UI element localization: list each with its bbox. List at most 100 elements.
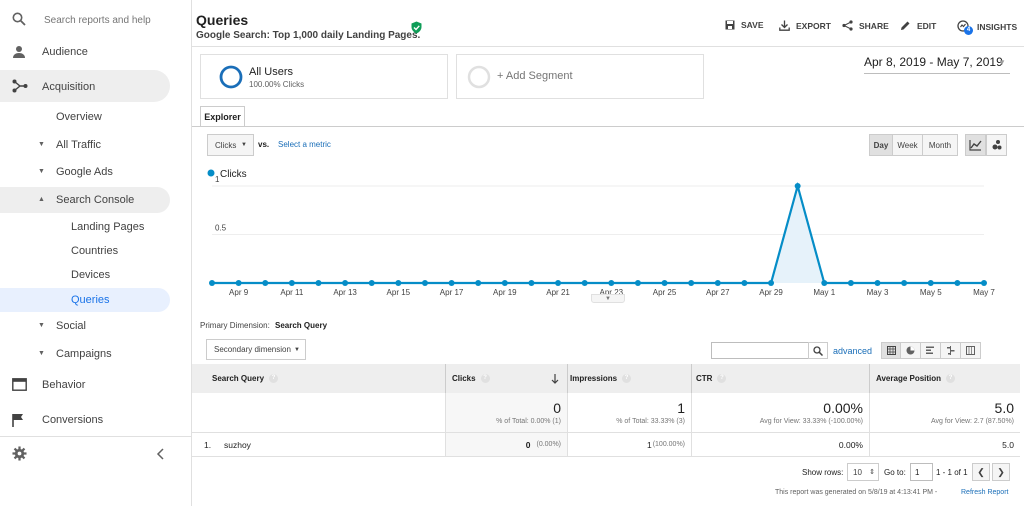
column-header-clicks[interactable]: Clicks? — [446, 364, 568, 393]
data-point — [421, 280, 428, 286]
primary-dimension-label: Primary Dimension: — [200, 321, 270, 330]
goto-input[interactable]: 1 — [910, 463, 933, 481]
data-table-view-button[interactable] — [881, 342, 901, 359]
sidebar-item-acquisition[interactable]: Acquisition — [0, 70, 170, 102]
search-placeholder: Search reports and help — [44, 15, 151, 26]
totals-impressions-value: 1 — [677, 400, 685, 416]
sidebar-item-all-traffic[interactable]: ▼ All Traffic — [0, 135, 170, 155]
row-clicks-value: 0 — [525, 439, 531, 450]
help-icon: ? — [622, 374, 632, 383]
month-button[interactable]: Month — [922, 134, 958, 156]
sidebar-item-label: Landing Pages — [71, 221, 145, 233]
previous-page-button[interactable]: ❮ — [972, 463, 990, 481]
column-header-ctr[interactable]: CTR? — [692, 364, 870, 393]
behavior-icon — [12, 378, 27, 391]
data-point — [661, 280, 668, 286]
table-search-button[interactable] — [808, 342, 828, 359]
clicks-line-chart: Clicks1 0.5 Apr 9 Apr 11 Apr 13 Apr 15 Apr 17 A… — [207, 169, 995, 297]
pencil-icon — [901, 21, 910, 30]
help-icon: ? — [717, 374, 727, 383]
totals-average-position-value: 5.0 — [994, 400, 1014, 416]
data-point — [368, 280, 375, 286]
segment-all-users[interactable]: All Users 100.00% Clicks — [200, 54, 448, 99]
secondary-dimension-select[interactable]: Secondary dimension ▼ — [206, 339, 306, 360]
expand-arrow-icon: ▼ — [38, 168, 45, 175]
save-icon — [725, 20, 735, 30]
pivot-icon — [966, 346, 975, 355]
sidebar-item-google-ads[interactable]: ▼ Google Ads — [0, 162, 170, 182]
sidebar-item-label: Campaigns — [56, 348, 112, 360]
motion-chart-button[interactable] — [986, 134, 1007, 156]
data-point — [847, 280, 854, 286]
row-clicks-pct: (0.00%) — [536, 441, 561, 448]
sidebar-item-label: Search Console — [56, 194, 135, 206]
goto-label: Go to: — [884, 468, 906, 477]
day-button[interactable]: Day — [869, 134, 893, 156]
term-cloud-view-button[interactable] — [961, 342, 981, 359]
sidebar-search[interactable]: Search reports and help — [0, 0, 192, 40]
gear-icon[interactable] — [12, 446, 27, 461]
sidebar-item-overview[interactable]: Overview — [0, 107, 170, 127]
row-query-link[interactable]: suzhoy — [224, 440, 251, 450]
sidebar-item-devices[interactable]: Devices — [0, 265, 170, 285]
data-point — [501, 280, 508, 286]
shield-check-icon — [411, 21, 422, 34]
metric-select[interactable]: Clicks ▼ — [207, 134, 254, 156]
export-icon — [779, 20, 790, 31]
comparison-view-button[interactable] — [941, 342, 961, 359]
row-average-position-value: 5.0 — [1002, 439, 1014, 450]
sidebar-item-campaigns[interactable]: ▼ Campaigns — [0, 344, 170, 364]
sidebar-item-search-console[interactable]: ▲ Search Console — [0, 187, 170, 213]
advanced-filter-link[interactable]: advanced — [833, 346, 872, 356]
next-page-button[interactable]: ❯ — [992, 463, 1010, 481]
save-button[interactable]: SAVE — [725, 20, 764, 30]
week-button[interactable]: Week — [892, 134, 923, 156]
collapse-sidebar-icon[interactable] — [156, 448, 166, 460]
column-header-impressions[interactable]: Impressions? — [568, 364, 692, 393]
insights-button[interactable]: 4 INSIGHTS — [957, 20, 1017, 35]
performance-view-button[interactable] — [921, 342, 941, 359]
insights-icon: 4 — [957, 20, 973, 35]
line-chart-button[interactable] — [965, 134, 986, 156]
data-point — [448, 280, 455, 286]
row-impressions-pct: (100.00%) — [652, 441, 685, 448]
sidebar-item-label: Audience — [42, 46, 88, 58]
sidebar-item-conversions[interactable]: Conversions — [0, 410, 170, 430]
column-header-search-query[interactable]: Search Query? — [192, 364, 446, 393]
sidebar-item-label: Behavior — [42, 379, 86, 391]
segment-subtext: 100.00% Clicks — [249, 80, 305, 89]
sidebar-item-social[interactable]: ▼ Social — [0, 316, 170, 336]
row-impressions-value: 1 — [646, 439, 652, 450]
table-row: 1. suzhoy — [192, 433, 446, 457]
export-button[interactable]: EXPORT — [779, 20, 831, 31]
show-rows-value: 10 — [853, 467, 862, 477]
edit-button[interactable]: EDIT — [900, 20, 936, 31]
column-header-label: CTR — [696, 374, 713, 383]
share-label: SHARE — [859, 20, 889, 31]
sidebar-item-queries[interactable]: Queries — [0, 288, 170, 312]
pie-chart-icon — [906, 346, 915, 355]
sidebar-item-landing-pages[interactable]: Landing Pages — [0, 217, 170, 237]
share-button[interactable]: SHARE — [842, 20, 889, 31]
pie-view-button[interactable] — [901, 342, 921, 359]
date-range-picker[interactable]: Apr 8, 2019 - May 7, 2019 ▼ — [864, 55, 1010, 74]
refresh-report-link[interactable]: Refresh Report — [961, 489, 1008, 496]
sidebar-item-countries[interactable]: Countries — [0, 241, 170, 261]
sidebar-item-behavior[interactable]: Behavior — [0, 375, 170, 395]
data-point — [209, 280, 215, 286]
data-point — [741, 280, 748, 286]
y-tick-label: 0.5 — [215, 224, 227, 233]
column-header-average-position[interactable]: Average Position? — [870, 364, 1020, 393]
select-metric-link[interactable]: Select a metric — [278, 140, 331, 149]
show-rows-select[interactable]: 10 ⇕ — [847, 463, 879, 481]
page-title: Queries — [196, 12, 249, 28]
add-segment-button[interactable]: + Add Segment — [456, 54, 704, 99]
sidebar-item-audience[interactable]: Audience — [0, 42, 170, 62]
data-point — [874, 280, 881, 286]
sort-descending-icon[interactable] — [551, 373, 559, 384]
chart-collapse-handle[interactable]: ▼ — [591, 294, 625, 303]
tab-explorer[interactable]: Explorer — [200, 106, 245, 126]
sidebar-item-label: Devices — [71, 269, 111, 281]
table-search-input[interactable] — [711, 342, 809, 359]
share-icon — [842, 20, 853, 31]
